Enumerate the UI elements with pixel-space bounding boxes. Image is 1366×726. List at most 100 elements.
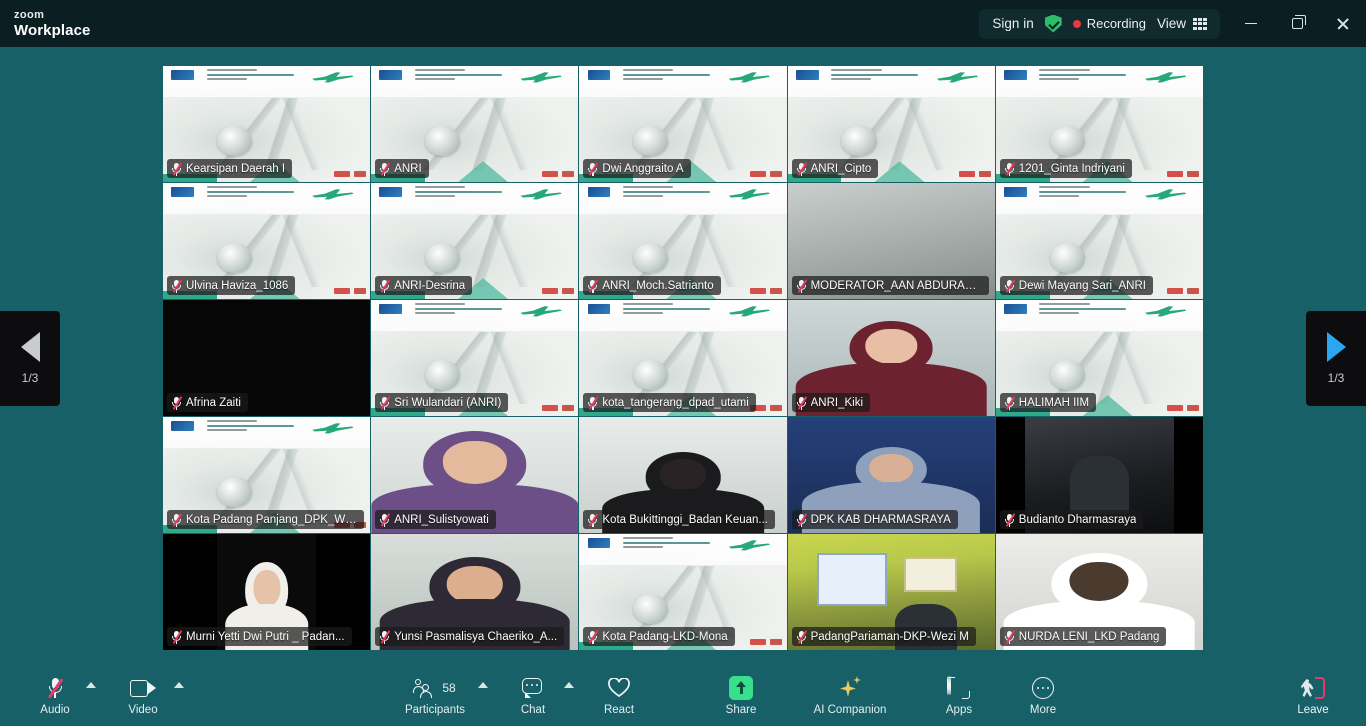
security-shield-icon[interactable] (1044, 14, 1062, 33)
brand-zoom-text: zoom (14, 8, 45, 21)
react-button[interactable]: React (588, 671, 650, 716)
participant-tile[interactable]: kota_tangerang_dpad_utami (579, 300, 787, 416)
slide-header (371, 183, 579, 215)
slide-title-lines (622, 69, 710, 83)
apps-button[interactable]: Apps (928, 671, 990, 716)
slide-title-lines (831, 69, 919, 83)
slide-logo-icon (171, 186, 195, 198)
participant-tile[interactable]: ANRI_Moch.Satrianto (579, 183, 787, 299)
slide-title-lines (206, 186, 294, 200)
participant-tile[interactable]: Yunsi Pasmalisya Chaeriko_A... (371, 534, 579, 650)
participant-tile[interactable]: Kota Padang Panjang_DPK_Wi... (163, 417, 371, 533)
audio-button[interactable]: Audio (24, 671, 86, 716)
slide-title-lines (414, 186, 502, 200)
participant-tile[interactable]: ANRI-Desrina (371, 183, 579, 299)
participant-name-chip: HALIMAH IIM (999, 393, 1097, 412)
audio-options-chevron-up-icon[interactable] (86, 681, 96, 688)
participant-tile[interactable]: Murni Yetti Dwi Putri _ Padan... (163, 534, 371, 650)
participant-name-chip: Kota Bukittinggi_Badan Keuan... (583, 510, 775, 529)
microphone-muted-icon (587, 278, 599, 293)
slide-header (995, 300, 1203, 332)
airplane-icon (312, 189, 354, 200)
previous-page-button[interactable]: 1/3 (0, 311, 60, 406)
share-button[interactable]: Share (710, 671, 772, 716)
participant-name: ANRI_Moch.Satrianto (602, 279, 714, 292)
participant-tile[interactable]: NURDA LENI_LKD Padang (995, 534, 1203, 650)
video-options-chevron-up-icon[interactable] (174, 681, 184, 688)
restore-icon (1291, 15, 1306, 29)
participant-name: ANRI-Desrina (394, 279, 466, 292)
sign-in-button[interactable]: Sign in (992, 16, 1033, 31)
slide-logo-icon (587, 69, 611, 81)
participant-name: Kota Bukittinggi_Badan Keuan... (602, 513, 768, 526)
participant-tile[interactable]: MODERATOR_AAN ABDURAC... (787, 183, 995, 299)
slide-title-lines (622, 303, 710, 317)
participant-tile[interactable]: Dwi Anggraito A (579, 66, 787, 182)
slide-accent-right (542, 405, 575, 412)
participant-name-chip: Yunsi Pasmalisya Chaeriko_A... (375, 627, 565, 646)
participant-tile[interactable]: DPK KAB DHARMASRAYA (787, 417, 995, 533)
slide-logo-icon (587, 303, 611, 315)
slide-header (371, 66, 579, 98)
slide-logo-icon (171, 69, 195, 81)
participant-tile[interactable]: ANRI_Sulistyowati (371, 417, 579, 533)
slide-triangle-decoration (458, 161, 508, 182)
airplane-icon (312, 423, 354, 434)
react-label: React (603, 704, 635, 716)
close-button[interactable] (1320, 0, 1366, 47)
brand-workplace-text: Workplace (14, 21, 91, 39)
leave-label: Leave (1297, 704, 1329, 716)
participant-tile[interactable]: Kearsipan Daerah I (163, 66, 371, 182)
participant-tile[interactable]: Kota Padang-LKD-Mona (579, 534, 787, 650)
participant-name-chip: Kearsipan Daerah I (167, 159, 293, 178)
leave-button[interactable]: Leave (1282, 671, 1344, 716)
close-icon (1336, 17, 1350, 31)
airplane-icon (936, 72, 979, 83)
participant-name: PadangPariaman-DKP-Wezi M (810, 630, 969, 643)
title-bar-right: Sign in Recording View (979, 0, 1366, 47)
minimize-button[interactable] (1228, 0, 1274, 47)
participant-name-chip: ANRI-Desrina (375, 276, 473, 295)
participants-options-chevron-up-icon[interactable] (478, 681, 488, 688)
participant-tile[interactable]: ANRI_Kiki (787, 300, 995, 416)
participant-name: NURDA LENI_LKD Padang (1018, 630, 1160, 643)
ai-companion-button[interactable]: AI Companion (800, 671, 900, 716)
chat-options-chevron-up-icon[interactable] (564, 681, 574, 688)
microphone-muted-icon (379, 278, 391, 293)
slide-title-lines (414, 303, 502, 317)
recording-indicator[interactable]: Recording (1072, 16, 1146, 31)
window-controls (1228, 0, 1366, 47)
person-silhouette (1069, 456, 1130, 515)
participant-name-chip: PadangPariaman-DKP-Wezi M (791, 627, 976, 646)
minimize-icon (1245, 22, 1257, 25)
participant-tile[interactable]: Budianto Dharmasraya (995, 417, 1203, 533)
next-page-button[interactable]: 1/3 (1306, 311, 1366, 406)
participant-name: MODERATOR_AAN ABDURAC... (810, 279, 982, 292)
participant-name-chip: MODERATOR_AAN ABDURAC... (791, 276, 989, 295)
participant-name-chip: NURDA LENI_LKD Padang (999, 627, 1167, 646)
participant-name-chip: Afrina Zaiti (167, 393, 248, 412)
maximize-button[interactable] (1274, 0, 1320, 47)
view-button[interactable]: View (1157, 16, 1207, 31)
more-button[interactable]: More (1012, 671, 1074, 716)
previous-page-label: 1/3 (21, 371, 39, 385)
participant-tile[interactable]: ANRI (371, 66, 579, 182)
chat-button[interactable]: Chat (502, 671, 564, 716)
airplane-icon (728, 189, 771, 200)
participant-tile[interactable]: Sri Wulandari (ANRI) (371, 300, 579, 416)
participant-tile[interactable]: HALIMAH IIM (995, 300, 1203, 416)
participant-tile[interactable]: Afrina Zaiti (163, 300, 371, 416)
slide-accent-right (1166, 171, 1199, 178)
microphone-muted-icon (796, 161, 807, 176)
participant-tile[interactable]: PadangPariaman-DKP-Wezi M (787, 534, 995, 650)
video-button[interactable]: Video (112, 671, 174, 716)
participant-tile[interactable]: Dewi Mayang Sari_ANRI (995, 183, 1203, 299)
participant-tile[interactable]: Kota Bukittinggi_Badan Keuan... (579, 417, 787, 533)
participant-tile[interactable]: Ulvina Haviza_1086 (163, 183, 371, 299)
participant-tile[interactable]: 1201_Ginta Indriyani (995, 66, 1203, 182)
slide-header (163, 66, 371, 98)
airplane-icon (728, 72, 771, 83)
participants-button[interactable]: 58 Participants (392, 671, 478, 716)
participant-tile[interactable]: ANRI_Cipto (787, 66, 995, 182)
meeting-stage: 1/3 Kearsipan Daerah I ANRI Dwi Anggraito … (0, 47, 1366, 661)
